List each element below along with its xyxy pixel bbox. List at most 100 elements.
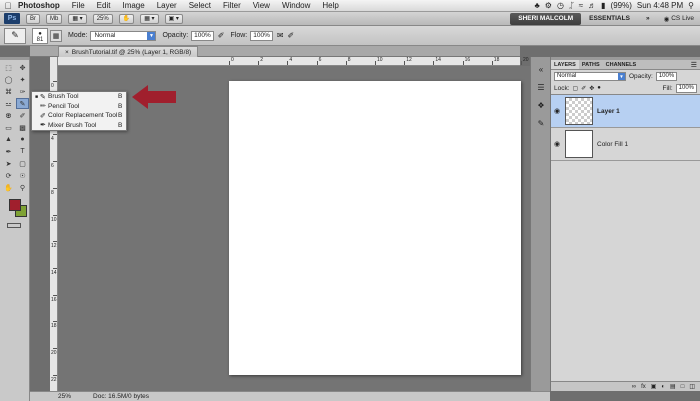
brush-presets-icon[interactable]: ✎ <box>534 117 548 129</box>
menu-help[interactable]: Help <box>316 1 344 10</box>
lock-position-icon[interactable]: ✥ <box>589 85 594 92</box>
zoom-level-select[interactable]: 25% <box>92 13 113 24</box>
gradient-icon[interactable]: ▩ <box>16 122 29 133</box>
adjustments-icon[interactable]: ☰ <box>534 81 548 93</box>
close-icon[interactable]: × <box>65 49 69 56</box>
history-brush-icon[interactable]: ✐ <box>16 110 29 121</box>
layer-mask-icon[interactable]: ▣ <box>651 383 657 390</box>
tool-preset-picker[interactable]: ✎ <box>4 27 26 44</box>
panel-menu-icon[interactable]: ☰ <box>691 60 700 69</box>
spotlight-icon[interactable]: ⚲ <box>688 1 694 10</box>
lock-image-icon[interactable]: ✐ <box>581 85 586 92</box>
styles-icon[interactable]: ❖ <box>534 99 548 111</box>
dodge-icon[interactable]: ● <box>16 134 29 145</box>
type-icon[interactable]: T <box>16 146 29 157</box>
menu-image[interactable]: Image <box>116 1 150 10</box>
marquee-icon[interactable]: ⬚ <box>2 62 15 73</box>
menu-filter[interactable]: Filter <box>217 1 247 10</box>
path-selection-icon[interactable]: ➤ <box>2 158 15 169</box>
menu-select[interactable]: Select <box>183 1 217 10</box>
ruler-horizontal[interactable]: 0 2 4 6 8 10 12 14 16 18 20 <box>58 57 529 66</box>
layer-style-icon[interactable]: fx <box>641 384 646 390</box>
eye-icon[interactable]: ◉ <box>551 107 563 115</box>
menu-edit[interactable]: Edit <box>91 1 117 10</box>
status-zoom[interactable]: 25% <box>30 393 79 400</box>
quick-mask-button[interactable] <box>7 223 21 228</box>
menu-app-name[interactable]: Photoshop <box>16 1 66 10</box>
brush-tool-icon[interactable]: ✎ <box>16 98 29 109</box>
document-tab[interactable]: × BrushTutorial.tif @ 25% (Layer 1, RGB/… <box>58 46 199 57</box>
layer-row-layer-1[interactable]: ◉ Layer 1 <box>551 95 700 128</box>
flyout-mixer-brush-tool[interactable]: ✒ Mixer Brush Tool B <box>32 121 126 131</box>
menu-view[interactable]: View <box>247 1 276 10</box>
zoom-icon[interactable]: ⚲ <box>16 182 29 193</box>
3d-camera-icon[interactable]: ☉ <box>16 170 29 181</box>
pressure-opacity-icon[interactable]: ✐ <box>218 31 225 40</box>
status-doc-info[interactable]: Doc: 16.5M/0 bytes <box>79 393 149 400</box>
tab-paths[interactable]: PATHS <box>579 60 603 69</box>
tab-channels[interactable]: CHANNELS <box>603 60 640 69</box>
shape-icon[interactable]: ▢ <box>16 158 29 169</box>
move-icon[interactable]: ✥ <box>16 62 29 73</box>
hand-tool-button[interactable]: ✋ <box>118 13 135 24</box>
expand-panels-icon[interactable]: « <box>534 63 548 75</box>
layer-opacity-field[interactable]: 100% <box>655 71 678 81</box>
brush-panel-toggle[interactable]: ▦ <box>50 29 62 42</box>
pressure-size-icon[interactable]: ✐ <box>288 31 295 40</box>
bluetooth-icon[interactable]: ᛢ <box>569 1 574 10</box>
airbrush-icon[interactable]: ✉ <box>277 31 284 40</box>
blur-icon[interactable]: ▲ <box>2 134 15 145</box>
tab-layers[interactable]: LAYERS <box>551 60 579 69</box>
fill-field[interactable]: 100% <box>675 83 697 93</box>
new-layer-icon[interactable]: □ <box>681 384 685 390</box>
clock[interactable]: Sun 4:48 PM <box>637 1 683 10</box>
lock-transparency-icon[interactable]: ▢ <box>573 85 579 92</box>
screen-mode-button[interactable]: ▣ ▾ <box>164 13 183 24</box>
lasso-icon[interactable]: ◯ <box>2 74 15 85</box>
healing-brush-icon[interactable]: ⚍ <box>2 98 15 109</box>
workspace-user[interactable]: SHERI MALCOLM <box>510 12 582 25</box>
evernote-icon[interactable]: ♣ <box>535 1 540 10</box>
battery-percent[interactable]: (99%) <box>611 1 632 10</box>
menu-layer[interactable]: Layer <box>151 1 183 10</box>
opacity-field[interactable]: 100% <box>191 30 214 41</box>
3d-rotate-icon[interactable]: ⟳ <box>2 170 15 181</box>
eye-icon[interactable]: ◉ <box>551 140 563 148</box>
crop-icon[interactable]: ⌘ <box>2 86 15 97</box>
quick-selection-icon[interactable]: ✦ <box>16 74 29 85</box>
wifi-icon[interactable]: ≈ <box>579 1 583 10</box>
workspace-more[interactable]: » <box>638 15 658 22</box>
brush-preset-picker[interactable]: ● 81 <box>32 27 48 44</box>
flow-field[interactable]: 100% <box>250 30 273 41</box>
apple-icon[interactable]:  <box>0 1 16 11</box>
clock-icon[interactable]: ◷ <box>557 1 564 10</box>
menu-window[interactable]: Window <box>276 1 316 10</box>
volume-icon[interactable]: ♬ <box>588 1 596 10</box>
minibridge-button[interactable]: Mb <box>46 13 63 24</box>
pen-icon[interactable]: ✒ <box>2 146 15 157</box>
battery-icon[interactable]: ▮ <box>601 1 605 10</box>
menu-file[interactable]: File <box>66 1 91 10</box>
eraser-icon[interactable]: ▭ <box>2 122 15 133</box>
gear-icon[interactable]: ⚙ <box>545 1 552 10</box>
blend-mode-select[interactable]: Normal ▼ <box>554 71 626 81</box>
mode-select[interactable]: Normal ▼ <box>90 30 157 41</box>
lock-all-icon[interactable]: ● <box>597 85 601 91</box>
foreground-color[interactable] <box>9 199 21 211</box>
new-group-icon[interactable]: ▤ <box>670 383 676 390</box>
flyout-pencil-tool[interactable]: ✏ Pencil Tool B <box>32 102 126 112</box>
link-layers-icon[interactable]: ∞ <box>632 384 636 390</box>
flyout-color-replacement-tool[interactable]: ✐ Color Replacement Tool B <box>32 111 126 121</box>
flyout-brush-tool[interactable]: ■ ✎ Brush Tool B <box>32 92 126 102</box>
arrange-documents-button[interactable]: ▦ ▾ <box>140 13 159 24</box>
bridge-button[interactable]: Br <box>26 13 40 24</box>
adjustment-layer-icon[interactable]: ◐ <box>661 384 665 390</box>
eyedropper-icon[interactable]: ✑ <box>16 86 29 97</box>
trash-icon[interactable]: ◫ <box>689 383 695 390</box>
document-canvas[interactable] <box>229 81 521 375</box>
layer-row-color-fill-1[interactable]: ◉ Color Fill 1 <box>551 128 700 161</box>
hand-icon[interactable]: ✋ <box>2 182 15 193</box>
workspace-essentials[interactable]: ESSENTIALS <box>581 15 638 22</box>
cs-live-button[interactable]: ◉ CS Live <box>658 15 700 23</box>
workspace[interactable] <box>58 66 530 391</box>
